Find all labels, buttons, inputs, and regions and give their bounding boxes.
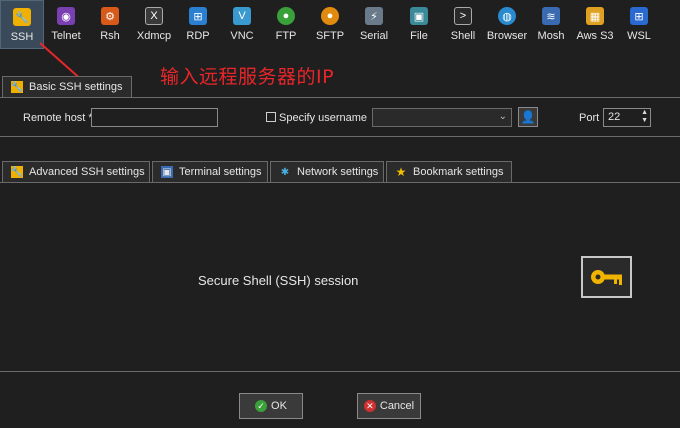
port-spinbox[interactable]: 22 ▲ ▼ (603, 108, 651, 127)
toolbar-sftp[interactable]: ● SFTP (308, 0, 352, 49)
toolbar-ssh[interactable]: 🔧 SSH (0, 0, 44, 49)
tab-label: Basic SSH settings (29, 81, 123, 93)
wrench-icon: 🔧 (10, 166, 24, 178)
key-icon-box (581, 256, 632, 298)
wrench-icon: 🔧 (10, 81, 24, 93)
tab-basic-ssh-settings[interactable]: 🔧 Basic SSH settings (2, 76, 132, 97)
username-select[interactable]: ⌄ (372, 108, 512, 127)
ssh-session-dialog: 🔧 SSH ◉ Telnet ⚙ Rsh X Xdmcp ⊞ RDP V VNC… (0, 0, 680, 428)
vnc-icon: V (233, 7, 251, 25)
session-description: Secure Shell (SSH) session (198, 273, 359, 288)
rdp-icon: ⊞ (189, 7, 207, 25)
toolbar-serial[interactable]: ⚡ Serial (352, 0, 396, 49)
toolbar-label: WSL (627, 30, 651, 42)
tab-network-settings[interactable]: ✱ Network settings (270, 161, 384, 182)
toolbar-browser[interactable]: ◍ Browser (485, 0, 529, 49)
specify-username-checkbox[interactable] (266, 112, 276, 122)
chevron-down-icon: ⌄ (498, 111, 507, 122)
star-icon: ★ (395, 165, 407, 179)
toolbar-label: Rsh (100, 30, 120, 42)
toolbar-label: Telnet (51, 30, 81, 42)
toolbar-label: Aws S3 (576, 30, 614, 42)
toolbar-shell[interactable]: > Shell (441, 0, 485, 49)
shell-icon: > (454, 7, 472, 25)
rsh-icon: ⚙ (101, 7, 119, 25)
tab-label: Bookmark settings (413, 166, 504, 178)
toolbar-xdmcp[interactable]: X Xdmcp (132, 0, 176, 49)
port-value: 22 (608, 111, 621, 123)
port-label: Port (579, 112, 600, 124)
toolbar-label: Serial (359, 30, 389, 42)
xdmcp-icon: X (145, 7, 163, 25)
tab-terminal-settings[interactable]: ▣ Terminal settings (152, 161, 268, 182)
cancel-icon: ✕ (363, 400, 376, 412)
wsl-icon: ⊞ (630, 7, 648, 25)
toolbar-label: SSH (10, 31, 34, 43)
sftp-icon: ● (321, 7, 339, 25)
telnet-icon: ◉ (57, 7, 75, 25)
toolbar-label: Shell (450, 30, 476, 42)
terminal-icon: ▣ (161, 166, 173, 178)
serial-icon: ⚡ (365, 7, 383, 25)
user-manager-button[interactable]: 👤 (518, 107, 538, 127)
remote-host-label: Remote host * (23, 112, 93, 124)
toolbar-label: RDP (186, 30, 210, 42)
ok-label: OK (271, 400, 287, 412)
toolbar-ftp[interactable]: ● FTP (264, 0, 308, 49)
ftp-icon: ● (277, 7, 295, 25)
key-icon (590, 270, 622, 285)
tab-label: Advanced SSH settings (29, 166, 145, 178)
check-icon: ✓ (255, 400, 268, 412)
ssh-icon: 🔧 (13, 8, 31, 26)
tab-advanced-ssh-settings[interactable]: 🔧 Advanced SSH settings (2, 161, 150, 182)
tab-bookmark-settings[interactable]: ★ Bookmark settings (386, 161, 512, 182)
tab-label: Terminal settings (179, 166, 262, 178)
toolbar-label: Browser (486, 30, 528, 42)
cancel-label: Cancel (379, 400, 415, 412)
toolbar-aws-s3[interactable]: ▦ Aws S3 (573, 0, 617, 49)
toolbar-vnc[interactable]: V VNC (220, 0, 264, 49)
toolbar-wsl[interactable]: ⊞ WSL (617, 0, 661, 49)
cancel-button[interactable]: ✕ Cancel (357, 393, 421, 419)
annotation-text: 输入远程服务器的IP (160, 66, 335, 88)
toolbar-label: VNC (230, 30, 254, 42)
file-icon: ▣ (410, 7, 428, 25)
toolbar-label: FTP (275, 30, 297, 42)
toolbar-rsh[interactable]: ⚙ Rsh (88, 0, 132, 49)
remote-host-input[interactable] (91, 108, 218, 127)
network-icon: ✱ (280, 166, 290, 178)
mosh-icon: ≋ (542, 7, 560, 25)
aws-s3-icon: ▦ (586, 7, 604, 25)
browser-icon: ◍ (498, 7, 516, 25)
toolbar-telnet[interactable]: ◉ Telnet (44, 0, 88, 49)
user-icon: 👤 (520, 110, 536, 124)
toolbar-label: Xdmcp (136, 30, 172, 42)
tab-label: Network settings (297, 166, 379, 178)
toolbar-rdp[interactable]: ⊞ RDP (176, 0, 220, 49)
session-type-toolbar: 🔧 SSH ◉ Telnet ⚙ Rsh X Xdmcp ⊞ RDP V VNC… (0, 0, 680, 50)
toolbar-file[interactable]: ▣ File (397, 0, 441, 49)
toolbar-label: File (410, 30, 428, 42)
ok-button[interactable]: ✓ OK (239, 393, 303, 419)
toolbar-label: SFTP (315, 30, 345, 42)
toolbar-mosh[interactable]: ≋ Mosh (529, 0, 573, 49)
specify-username-label: Specify username (279, 112, 368, 124)
toolbar-label: Mosh (537, 30, 565, 42)
spin-arrows-icon[interactable]: ▲ ▼ (641, 109, 648, 125)
